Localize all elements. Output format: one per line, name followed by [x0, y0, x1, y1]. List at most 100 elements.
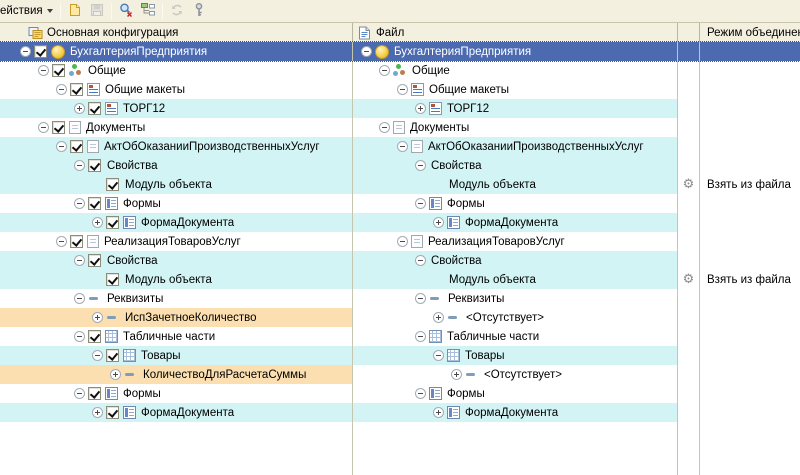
merge-settings-gear-icon[interactable]: ⚙ [683, 178, 695, 191]
merge-mode-cell[interactable]: Взять из файла [700, 175, 800, 194]
cancel-search-button[interactable] [115, 1, 137, 22]
collapse-expander-icon[interactable] [38, 65, 52, 76]
main-config-cell[interactable]: ИспЗачетноеКоличество [0, 308, 353, 327]
collapse-expander-icon[interactable] [415, 331, 429, 342]
actions-menu-button[interactable]: ействия [0, 1, 57, 22]
tree-row[interactable]: Общие макетыОбщие макеты [0, 80, 800, 99]
node-checkbox[interactable] [106, 273, 119, 286]
file-cell[interactable]: РеализацияТоваровУслуг [353, 232, 678, 251]
file-cell[interactable]: БухгалтерияПредприятия [353, 42, 678, 61]
tree-row[interactable]: Модуль объектаМодуль объекта⚙Взять из фа… [0, 270, 800, 289]
file-cell[interactable]: Модуль объекта [353, 175, 678, 194]
node-checkbox[interactable] [70, 140, 83, 153]
main-config-cell[interactable]: Общие [0, 61, 353, 80]
file-cell[interactable]: <Отсутствует> [353, 365, 678, 384]
collapse-expander-icon[interactable] [433, 350, 447, 361]
collapse-expander-icon[interactable] [397, 84, 411, 95]
main-config-cell[interactable]: Свойства [0, 156, 353, 175]
file-cell[interactable]: АктОбОказанииПроизводственныхУслуг [353, 137, 678, 156]
tree-row[interactable]: ФормаДокументаФормаДокумента [0, 213, 800, 232]
expand-expander-icon[interactable] [92, 217, 106, 228]
node-checkbox[interactable] [88, 387, 101, 400]
main-config-cell[interactable]: ФормаДокумента [0, 403, 353, 422]
file-cell[interactable]: ФормаДокумента [353, 403, 678, 422]
collapse-expander-icon[interactable] [397, 141, 411, 152]
collapse-expander-icon[interactable] [92, 350, 106, 361]
tree-row[interactable]: СвойстваСвойства [0, 156, 800, 175]
expand-expander-icon[interactable] [433, 217, 447, 228]
collapse-expander-icon[interactable] [74, 331, 88, 342]
collapse-expander-icon[interactable] [56, 236, 70, 247]
main-config-cell[interactable]: Формы [0, 194, 353, 213]
collapse-expander-icon[interactable] [379, 122, 393, 133]
merge-settings-gear-icon[interactable]: ⚙ [683, 273, 695, 286]
file-cell[interactable]: <Отсутствует> [353, 308, 678, 327]
expand-expander-icon[interactable] [110, 369, 124, 380]
expand-expander-icon[interactable] [415, 103, 429, 114]
main-config-cell[interactable]: КоличествоДляРасчетаСуммы [0, 365, 353, 384]
node-checkbox[interactable] [88, 330, 101, 343]
tree-row[interactable]: Модуль объектаМодуль объекта ⚙ Взять из фа… [0, 175, 800, 194]
main-config-cell[interactable]: Реквизиты [0, 289, 353, 308]
main-config-cell[interactable]: АктОбОказанииПроизводственныхУслуг [0, 137, 353, 156]
expand-expander-icon[interactable] [74, 103, 88, 114]
file-cell[interactable]: Свойства [353, 156, 678, 175]
collapse-expander-icon[interactable] [56, 84, 70, 95]
tree-row[interactable]: СвойстваСвойства [0, 251, 800, 270]
tree-row[interactable]: Табличные частиТабличные части [0, 327, 800, 346]
tree-row[interactable]: БухгалтерияПредприятияБухгалтерияПредпри… [0, 42, 800, 61]
key-button[interactable] [188, 1, 210, 22]
tree-row[interactable]: РеквизитыРеквизиты [0, 289, 800, 308]
file-cell[interactable]: Формы [353, 194, 678, 213]
main-config-cell[interactable]: Модуль объекта [0, 270, 353, 289]
collapse-expander-icon[interactable] [379, 65, 393, 76]
node-checkbox[interactable] [70, 235, 83, 248]
node-checkbox[interactable] [88, 254, 101, 267]
file-cell[interactable]: Товары [353, 346, 678, 365]
tree-row[interactable]: РеализацияТоваровУслугРеализацияТоваровУ… [0, 232, 800, 251]
main-config-cell[interactable]: Свойства [0, 251, 353, 270]
collapse-expander-icon[interactable] [397, 236, 411, 247]
merge-gear-cell[interactable]: ⚙ [678, 175, 700, 194]
main-config-cell[interactable]: Модуль объекта [0, 175, 353, 194]
main-config-cell[interactable]: ФормаДокумента [0, 213, 353, 232]
tree-row[interactable]: ДокументыДокументы [0, 118, 800, 137]
node-checkbox[interactable] [88, 197, 101, 210]
file-cell[interactable]: Документы [353, 118, 678, 137]
customize-button[interactable] [137, 1, 159, 22]
expand-expander-icon[interactable] [433, 407, 447, 418]
node-checkbox[interactable] [106, 178, 119, 191]
tree-row[interactable]: ФормыФормы [0, 384, 800, 403]
node-checkbox[interactable] [88, 102, 101, 115]
collapse-expander-icon[interactable] [361, 46, 375, 57]
merge-mode-cell[interactable]: Взять из файла [700, 270, 800, 289]
tree-row[interactable]: АктОбОказанииПроизводственныхУслугАктОбО… [0, 137, 800, 156]
tree-row[interactable]: ФормыФормы [0, 194, 800, 213]
main-config-cell[interactable]: РеализацияТоваровУслуг [0, 232, 353, 251]
collapse-expander-icon[interactable] [415, 293, 429, 304]
main-config-cell[interactable]: Документы [0, 118, 353, 137]
collapse-expander-icon[interactable] [415, 198, 429, 209]
file-cell[interactable]: ТОРГ12 [353, 99, 678, 118]
file-cell[interactable]: ФормаДокумента [353, 213, 678, 232]
file-cell[interactable]: Табличные части [353, 327, 678, 346]
file-cell[interactable]: Свойства [353, 251, 678, 270]
collapse-expander-icon[interactable] [56, 141, 70, 152]
tree-row[interactable]: ОбщиеОбщие [0, 61, 800, 80]
file-cell[interactable]: Формы [353, 384, 678, 403]
node-checkbox[interactable] [88, 159, 101, 172]
node-checkbox[interactable] [34, 45, 47, 58]
collapse-expander-icon[interactable] [415, 160, 429, 171]
file-cell[interactable]: Общие [353, 61, 678, 80]
collapse-expander-icon[interactable] [74, 255, 88, 266]
node-checkbox[interactable] [106, 406, 119, 419]
node-checkbox[interactable] [70, 83, 83, 96]
collapse-expander-icon[interactable] [415, 388, 429, 399]
node-checkbox[interactable] [52, 64, 65, 77]
file-cell[interactable]: Реквизиты [353, 289, 678, 308]
collapse-expander-icon[interactable] [74, 160, 88, 171]
collapse-expander-icon[interactable] [415, 255, 429, 266]
open-button[interactable] [64, 1, 86, 22]
collapse-expander-icon[interactable] [20, 46, 34, 57]
collapse-expander-icon[interactable] [74, 198, 88, 209]
